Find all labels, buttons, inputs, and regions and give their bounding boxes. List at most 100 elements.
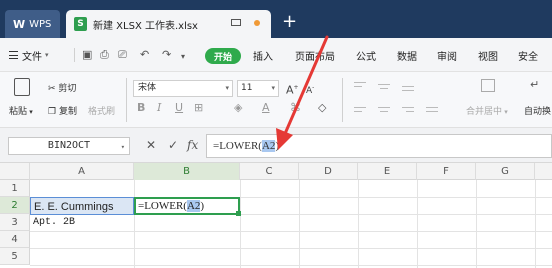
grid-line <box>30 265 552 266</box>
align-line <box>402 86 414 87</box>
menu-insert[interactable]: 插入 <box>253 38 273 72</box>
menu-formulas[interactable]: 公式 <box>356 38 376 72</box>
align-line <box>406 111 414 112</box>
column-header-a[interactable]: A <box>30 163 134 180</box>
clear-format-icon[interactable]: ◇ <box>318 101 326 115</box>
chevron-down-icon: ▾ <box>120 143 125 151</box>
font-name-select[interactable]: 宋体 ▾ <box>133 80 233 97</box>
undo-icon[interactable]: ↶ <box>140 49 149 61</box>
menu-page-layout[interactable]: 页面布局 <box>295 38 335 72</box>
column-header-e[interactable]: E <box>358 163 417 180</box>
cut-button[interactable]: ✂ 剪切 <box>48 81 76 94</box>
copy-icon: ❐ <box>48 107 57 117</box>
chevron-down-icon: ▾ <box>45 51 49 59</box>
new-tab-button[interactable]: + <box>282 13 297 31</box>
menu-start[interactable]: 开始 <box>205 48 241 64</box>
monitor-icon[interactable] <box>231 19 241 26</box>
select-all-corner[interactable] <box>0 163 30 180</box>
italic-icon[interactable]: I <box>157 101 161 115</box>
row-header-1[interactable]: 1 <box>0 180 30 197</box>
print-icon[interactable]: ⎚ <box>118 49 127 61</box>
align-line <box>426 111 438 112</box>
auto-wrap-button[interactable]: 自动换 <box>524 104 551 117</box>
increase-font-icon[interactable]: A+ <box>286 81 299 98</box>
cell-a3[interactable]: Apt. 2B <box>30 214 134 232</box>
row-header-2[interactable]: 2 <box>0 197 30 214</box>
fill-handle[interactable] <box>236 211 241 216</box>
tab-workbook-label: 新建 XLSX 工作表.xlsx <box>93 20 198 32</box>
cell-b2-suffix: ) <box>200 200 205 212</box>
menu-file-label: 文件 <box>22 51 42 63</box>
menu-security[interactable]: 安全 <box>518 38 538 72</box>
formula-bar: BIN2OCT ▾ ✕ ✓ fx =LOWER(A2) <box>0 128 552 163</box>
wps-logo-icon: W <box>13 17 26 31</box>
merge-center-button[interactable]: 合并居中 ▾ <box>466 104 508 117</box>
grid-line <box>134 180 135 268</box>
save-icon[interactable]: ▣ <box>82 49 92 61</box>
scissors-icon: ✂ <box>48 84 56 94</box>
unsaved-dot-icon <box>254 20 260 26</box>
format-painter-button[interactable]: 格式刷 <box>88 104 115 117</box>
decrease-font-icon[interactable]: A- <box>306 81 314 98</box>
underline-icon[interactable]: U <box>175 101 183 115</box>
row-header-3[interactable]: 3 <box>0 214 30 231</box>
spreadsheet-icon: S <box>74 17 87 31</box>
cancel-icon[interactable]: ✕ <box>146 138 156 152</box>
copy-label: 复制 <box>58 107 77 117</box>
tab-wps-home[interactable]: W WPS <box>5 10 60 38</box>
menu-data[interactable]: 数据 <box>397 38 417 72</box>
print-preview-icon[interactable]: ⎙ <box>100 49 109 61</box>
row-header-4[interactable]: 4 <box>0 231 30 248</box>
formula-input[interactable]: =LOWER(A2) <box>206 134 552 158</box>
formula-text-suffix: ) <box>275 140 280 152</box>
align-line <box>354 111 362 112</box>
paste-label: 粘贴 <box>9 107 28 117</box>
wrap-text-icon[interactable]: ↵ <box>530 78 539 92</box>
insert-function-icon[interactable]: fx <box>187 138 198 152</box>
align-line <box>378 107 390 108</box>
chevron-down-icon: ▾ <box>502 108 508 116</box>
align-line <box>378 84 390 85</box>
ribbon-toolbar: 粘贴 ▾ ✂ 剪切 ❐ 复制 格式刷 宋体 ▾ 11 ▾ A+ A- B I U… <box>0 72 552 128</box>
menu-bar: 文件 ▾ ▣ ⎙ ⎚ ↶ ↷ ▾ 开始 插入 页面布局 公式 数据 审阅 视图 … <box>0 38 552 72</box>
font-name-value: 宋体 <box>138 83 157 93</box>
align-line <box>354 82 366 83</box>
fill-color-icon[interactable]: ◈ <box>234 101 242 115</box>
cell-b2-reference: A2 <box>186 200 201 212</box>
menu-view[interactable]: 视图 <box>478 38 498 72</box>
column-header-b[interactable]: B <box>134 163 240 180</box>
cell-a2[interactable]: E. E. Cummings <box>30 197 134 215</box>
bold-icon[interactable]: B <box>137 101 145 115</box>
tab-wps-label: WPS <box>29 18 52 30</box>
row-header-5[interactable]: 5 <box>0 248 30 265</box>
confirm-icon[interactable]: ✓ <box>168 138 178 152</box>
menu-review[interactable]: 审阅 <box>437 38 457 72</box>
tab-bar: W WPS S 新建 XLSX 工作表.xlsx + <box>0 0 552 38</box>
formula-reference: A2 <box>261 140 276 152</box>
name-box[interactable]: BIN2OCT ▾ <box>8 137 130 155</box>
column-header-d[interactable]: D <box>299 163 358 180</box>
chevron-down-icon: ▾ <box>225 84 229 92</box>
align-line <box>426 107 438 108</box>
paste-button[interactable]: 粘贴 ▾ <box>9 104 33 117</box>
cell-b2-active[interactable]: =LOWER(A2) <box>134 197 240 215</box>
borders-icon[interactable]: ⊞ <box>194 101 203 115</box>
quick-access-dropdown-icon[interactable]: ▾ <box>181 51 185 63</box>
grid-line <box>299 180 300 268</box>
column-header-c[interactable]: C <box>240 163 299 180</box>
grid-line <box>240 180 241 268</box>
grid-line <box>535 180 536 268</box>
menu-hamburger-icon[interactable] <box>9 51 18 59</box>
merge-cells-icon[interactable] <box>481 79 495 92</box>
column-header-g[interactable]: G <box>476 163 535 180</box>
font-color-icon[interactable]: A <box>262 101 270 115</box>
divider <box>126 78 127 122</box>
redo-icon[interactable]: ↷ <box>162 49 171 61</box>
menu-file[interactable]: 文件 ▾ <box>22 38 49 72</box>
font-size-select[interactable]: 11 ▾ <box>237 80 279 97</box>
paste-icon[interactable] <box>14 78 30 96</box>
copy-button[interactable]: ❐ 复制 <box>48 104 77 117</box>
name-box-value: BIN2OCT <box>47 140 91 151</box>
paragraph-format-icon[interactable]: ⌘ <box>290 101 301 115</box>
column-header-f[interactable]: F <box>417 163 476 180</box>
